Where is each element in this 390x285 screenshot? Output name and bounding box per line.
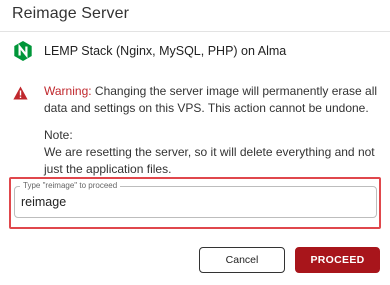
note-label: Note:: [44, 128, 73, 142]
confirm-field[interactable]: Type "reimage" to proceed: [14, 180, 377, 218]
note-message: Note: We are resetting the server, so it…: [44, 127, 382, 178]
warning-text: Changing the server image will permanent…: [44, 84, 378, 115]
confirm-input[interactable]: [21, 195, 361, 209]
proceed-button[interactable]: PROCEED: [295, 247, 380, 273]
confirm-field-label: Type "reimage" to proceed: [20, 180, 121, 192]
cancel-button[interactable]: Cancel: [199, 247, 285, 273]
note-text: We are resetting the server, so it will …: [44, 145, 375, 176]
app-row: LEMP Stack (Nginx, MySQL, PHP) on Alma: [14, 40, 286, 62]
title-divider: [0, 31, 390, 32]
warning-label: Warning:: [44, 84, 92, 98]
app-name: LEMP Stack (Nginx, MySQL, PHP) on Alma: [44, 44, 287, 58]
warning-message: Warning: Changing the server image will …: [44, 83, 382, 117]
warning-triangle-icon: [13, 86, 28, 100]
dialog-title: Reimage Server: [12, 5, 130, 22]
nginx-logo-icon: [14, 41, 32, 61]
